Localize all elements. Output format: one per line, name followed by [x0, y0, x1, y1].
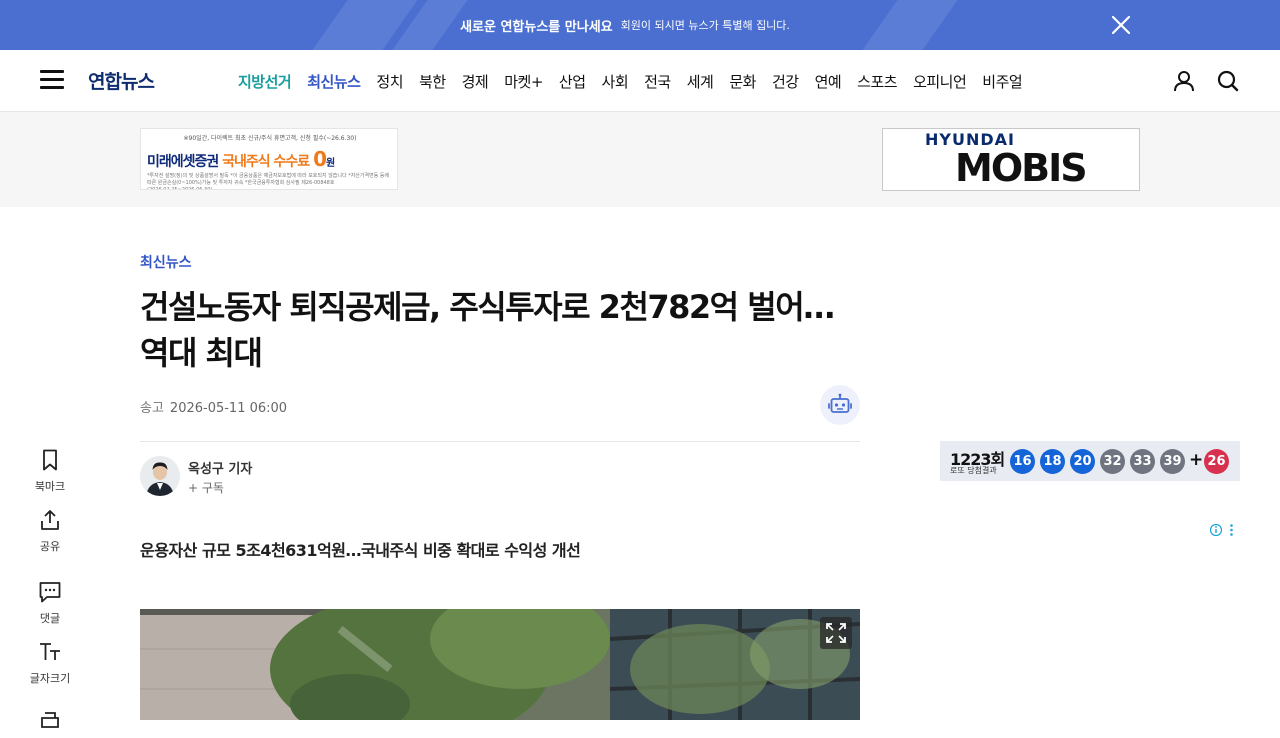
comment-button[interactable]: 댓글	[24, 580, 76, 626]
expand-icon[interactable]	[820, 617, 852, 649]
posted-label: 송고	[140, 401, 164, 416]
share-button[interactable]: 공유	[24, 508, 76, 554]
nav-item-market[interactable]: 마켓+	[504, 71, 543, 92]
lotto-label: 로또 당첨결과	[950, 466, 997, 475]
nav-item-sports[interactable]: 스포츠	[857, 71, 897, 92]
nav-item-entertainment[interactable]: 연예	[815, 71, 842, 92]
comment-icon	[39, 582, 61, 603]
lotto-ball: 18	[1040, 449, 1065, 474]
close-icon[interactable]	[1108, 12, 1134, 38]
robot-icon	[828, 393, 852, 413]
ad-strip: ※90일간, 다이렉트 최초 신규/주식 휴면고객, 신청 필수(~26.6.3…	[0, 112, 1280, 207]
nav-item-society[interactable]: 사회	[602, 71, 629, 92]
article-photo[interactable]	[140, 609, 860, 720]
ad-headline: 미래에셋증권 국내주식 수수료 0원	[147, 147, 335, 171]
ad-brand: 미래에셋증권	[147, 154, 219, 170]
bookmark-label: 북마크	[34, 480, 66, 493]
lotto-ball: 39	[1160, 449, 1185, 474]
article-category[interactable]: 최신뉴스	[140, 252, 192, 272]
nav-item-world[interactable]: 세계	[687, 71, 714, 92]
text-size-icon	[40, 643, 60, 660]
nav-item-latest[interactable]: 최신뉴스	[307, 71, 361, 92]
site-header: 연합뉴스 지방선거 최신뉴스 정치 북한 경제 마켓+ 산업 사회 전국 세계 …	[0, 50, 1280, 112]
ad-hyundai-mobis[interactable]: HYUNDAI MOBIS	[882, 128, 1140, 191]
top-promo-banner[interactable]: 새로운 연합뉴스를 만나세요 회원이 되시면 뉴스가 특별해 집니다.	[0, 0, 1280, 50]
nav-item-visual[interactable]: 비주얼	[982, 71, 1022, 92]
share-icon	[41, 510, 59, 530]
nav-item-north-korea[interactable]: 북한	[419, 71, 446, 92]
meta-divider	[140, 441, 860, 442]
lotto-plus: +	[1189, 450, 1204, 470]
ad-mirae-asset[interactable]: ※90일간, 다이렉트 최초 신규/주식 휴면고객, 신청 필수(~26.6.3…	[140, 128, 398, 190]
font-size-button[interactable]: 글자크기	[24, 640, 76, 686]
share-label: 공유	[39, 540, 61, 553]
nav-item-local-election[interactable]: 지방선거	[238, 71, 292, 92]
article-title: 건설노동자 퇴직공제금, 주식투자로 2천782억 벌어…역대 최대	[140, 288, 835, 372]
print-button[interactable]	[24, 710, 76, 738]
article-date: 2026-05-11 06:00	[169, 401, 288, 416]
print-icon	[41, 712, 59, 728]
subscribe-button[interactable]: + 구독	[188, 479, 224, 496]
comment-label: 댓글	[39, 612, 61, 625]
ad-right-model: MOBIS	[955, 146, 1088, 190]
ad-info-icon[interactable]	[1208, 522, 1240, 538]
nav-item-industry[interactable]: 산업	[559, 71, 586, 92]
article-meta: 송고 2026-05-11 06:00	[140, 397, 287, 416]
banner-subtitle: 회원이 되시면 뉴스가 특별해 집니다.	[620, 19, 790, 32]
reporter-avatar[interactable]	[140, 456, 180, 496]
main-nav: 지방선거 최신뉴스 정치 북한 경제 마켓+ 산업 사회 전국 세계 문화 건강…	[238, 50, 1038, 112]
lotto-bonus-ball: 26	[1204, 449, 1229, 474]
nav-item-economy[interactable]: 경제	[462, 71, 489, 92]
bookmark-button[interactable]: 북마크	[24, 448, 76, 494]
search-icon[interactable]	[1215, 68, 1241, 94]
menu-icon[interactable]	[40, 70, 64, 90]
nav-item-politics[interactable]: 정치	[376, 71, 403, 92]
lotto-ball: 32	[1100, 449, 1125, 474]
ad-fineprint: *투자전 설명(정)의 및 상품설명서 필독 *이 금융상품은 예금자보호법에 …	[147, 173, 390, 190]
font-size-label: 글자크기	[29, 672, 71, 685]
banner-message[interactable]: 새로운 연합뉴스를 만나세요 회원이 되시면 뉴스가 특별해 집니다.	[0, 0, 1250, 50]
nav-item-opinion[interactable]: 오피니언	[913, 71, 967, 92]
lotto-ball: 33	[1130, 449, 1155, 474]
nav-item-culture[interactable]: 문화	[729, 71, 756, 92]
site-logo[interactable]: 연합뉴스	[88, 67, 155, 94]
nav-item-national[interactable]: 전국	[644, 71, 671, 92]
lotto-ball: 20	[1070, 449, 1095, 474]
reporter-name[interactable]: 옥성구 기자	[188, 458, 252, 477]
bookmark-icon	[43, 449, 57, 471]
nav-item-health[interactable]: 건강	[772, 71, 799, 92]
ad-won: 원	[326, 158, 335, 169]
ad-zero: 0	[313, 147, 327, 171]
lotto-result-widget[interactable]: 1223회 로또 당첨결과 16 18 20 32 33 39 + 26	[940, 441, 1240, 481]
article-subtitle: 운용자산 규모 5조4천631억원…국내주식 비중 확대로 수익성 개선	[140, 541, 581, 560]
user-icon[interactable]	[1171, 68, 1197, 94]
ad-fineprint-top: ※90일간, 다이렉트 최초 신규/주식 휴면고객, 신청 필수(~26.6.3…	[183, 135, 357, 142]
ai-bot-button[interactable]	[820, 385, 860, 425]
lotto-ball: 16	[1010, 449, 1035, 474]
banner-title: 새로운 연합뉴스를 만나세요	[460, 19, 613, 35]
ad-offer: 국내주식 수수료	[222, 154, 310, 170]
